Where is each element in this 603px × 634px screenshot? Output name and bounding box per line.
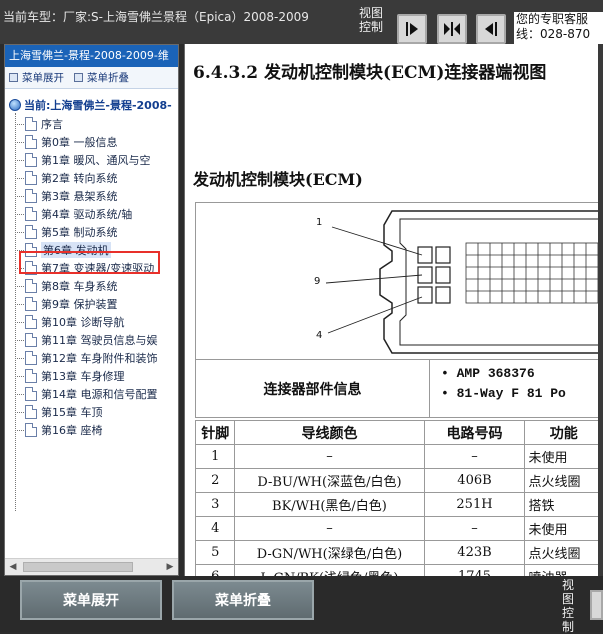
- vertical-scrollbar[interactable]: [598, 44, 603, 576]
- current-vehicle-label: 当前车型：厂家:S-上海雪佛兰景程（Epica）2008-2009: [3, 10, 309, 24]
- document-icon: [25, 243, 37, 257]
- header-circuit-number: 电路号码: [423, 420, 526, 445]
- menu-toolbar: 菜单展开 菜单折叠: [5, 67, 178, 89]
- header-function: 功能: [524, 420, 603, 445]
- callout-9: 9: [314, 276, 321, 287]
- tree-item-ch11[interactable]: 第11章 驾驶员信息与娱: [15, 331, 158, 349]
- table-row: 1 – – 未使用: [194, 444, 603, 469]
- document-icon: [25, 333, 37, 347]
- tree-item-ch16[interactable]: 第16章 座椅: [15, 421, 103, 439]
- tree-item-ch0[interactable]: 第0章 一般信息: [15, 133, 118, 151]
- connector-info-list: • AMP 368376 • 81-Way F 81 Po: [441, 364, 566, 404]
- collapse-icon: [74, 73, 83, 82]
- tree-item-ch2[interactable]: 第2章 转向系统: [15, 169, 118, 187]
- document-icon: [25, 297, 37, 311]
- scrollbar-thumb[interactable]: [23, 562, 133, 572]
- connector-info-row: 连接器部件信息 • AMP 368376 • 81-Way F 81 Po: [195, 360, 603, 418]
- document-icon: [25, 351, 37, 365]
- tree-item-ch10[interactable]: 第10章 诊断导航: [15, 313, 125, 331]
- header-wire-color: 导线颜色: [234, 420, 425, 445]
- tree-root[interactable]: 当前:上海雪佛兰-景程-2008-: [9, 97, 172, 113]
- tree-item-ch6[interactable]: 第6章 发动机: [15, 241, 111, 259]
- table-row: 6 L-GN/BK(浅绿色/黑色) 1745 喷油器: [194, 564, 603, 576]
- tree-item-ch1[interactable]: 第1章 暖风、通风与空: [15, 151, 151, 169]
- callout-4: 4: [316, 330, 323, 341]
- top-bar: 当前车型：厂家:S-上海雪佛兰景程（Epica）2008-2009 视图 控制 …: [0, 0, 603, 44]
- section-title: 6.4.3.2 发动机控制模块(ECM)连接器端视图: [193, 63, 547, 83]
- step-forward-icon: [406, 22, 418, 36]
- document-icon: [25, 315, 37, 329]
- connector-drawing: [325, 210, 603, 354]
- view-control-label: 视 图 控 制: [562, 578, 575, 634]
- center-split-button[interactable]: [437, 14, 467, 44]
- document-icon: [25, 135, 37, 149]
- bottom-bar: 菜单展开 菜单折叠 视 图 控 制: [0, 576, 603, 634]
- document-icon: [25, 117, 37, 131]
- document-icon: [25, 369, 37, 383]
- step-forward-button[interactable]: [397, 14, 427, 44]
- expand-menu-button[interactable]: 菜单展开: [20, 580, 162, 620]
- tree-item-ch13[interactable]: 第13章 车身修理: [15, 367, 125, 385]
- connector-info-label: 连接器部件信息: [196, 360, 430, 418]
- info-item: • 81-Way F 81 Po: [441, 386, 566, 401]
- tree-item-ch8[interactable]: 第8章 车身系统: [15, 277, 118, 295]
- callout-1: 1: [316, 217, 323, 228]
- document-icon: [25, 261, 37, 275]
- step-back-button[interactable]: [476, 14, 506, 44]
- document-icon: [25, 153, 37, 167]
- tree-item-preface[interactable]: 序言: [15, 115, 63, 133]
- tree-item-ch7[interactable]: 第7章 变速器/变速驱动: [15, 259, 154, 277]
- table-row: 2 D-BU/WH(深蓝色/白色) 406B 点火线圈: [194, 468, 603, 493]
- collapse-menu-link[interactable]: 菜单折叠: [74, 70, 129, 85]
- tree-item-ch5[interactable]: 第5章 制动系统: [15, 223, 118, 241]
- contact-info: 您的专职客服 线：028-870: [514, 12, 603, 44]
- document-icon: [25, 405, 37, 419]
- info-item: • AMP 368376: [441, 366, 535, 381]
- table-row: 3 BK/WH(黑色/白色) 251H 搭铁: [194, 492, 603, 517]
- tree-item-ch15[interactable]: 第15章 车顶: [15, 403, 103, 421]
- scroll-left-icon[interactable]: ◀: [5, 559, 21, 575]
- component-title: 发动机控制模块(ECM): [193, 170, 363, 189]
- view-control-button[interactable]: [590, 590, 603, 620]
- document-icon: [25, 423, 37, 437]
- tree-item-ch4[interactable]: 第4章 驱动系统/轴: [15, 205, 132, 223]
- pin-table: 针脚 导线颜色 电路号码 功能 1 – – 未使用 2 D-BU/WH(深蓝色/…: [194, 420, 603, 576]
- document-icon: [25, 225, 37, 239]
- header-pin: 针脚: [194, 420, 236, 445]
- menu-panel: 上海雪佛兰-景程-2008-2009-维 菜单展开 菜单折叠 当前:上海雪佛兰-…: [4, 44, 179, 576]
- table-row: 5 D-GN/WH(深绿色/白色) 423B 点火线圈: [194, 540, 603, 565]
- expand-icon: [9, 73, 18, 82]
- tree-item-ch3[interactable]: 第3章 悬架系统: [15, 187, 118, 205]
- center-split-icon: [444, 22, 460, 36]
- menu-panel-title: 上海雪佛兰-景程-2008-2009-维: [5, 45, 178, 67]
- document-view: 6.4.3.2 发动机控制模块(ECM)连接器端视图 发动机控制模块(ECM): [184, 44, 603, 576]
- table-row: 4 – – 未使用: [194, 516, 603, 541]
- document-icon: [25, 171, 37, 185]
- table-header-row: 针脚 导线颜色 电路号码 功能: [194, 420, 603, 445]
- view-control-label: 视图 控制: [359, 6, 384, 34]
- expand-menu-link[interactable]: 菜单展开: [9, 70, 64, 85]
- scroll-right-icon[interactable]: ▶: [162, 559, 178, 575]
- collapse-menu-button[interactable]: 菜单折叠: [172, 580, 314, 620]
- chapter-tree: 当前:上海雪佛兰-景程-2008- 序言 第0章 一般信息 第1章 暖风、通风与…: [5, 89, 178, 534]
- document-icon: [25, 189, 37, 203]
- tree-item-ch14[interactable]: 第14章 电源和信号配置: [15, 385, 158, 403]
- tree-item-ch12[interactable]: 第12章 车身附件和装饰: [15, 349, 158, 367]
- document-icon: [25, 279, 37, 293]
- globe-icon: [9, 99, 21, 111]
- connector-diagram: 1 9 4: [195, 202, 603, 360]
- document-icon: [25, 207, 37, 221]
- horizontal-scrollbar[interactable]: ◀ ▶: [5, 558, 178, 575]
- tree-item-ch9[interactable]: 第9章 保护装置: [15, 295, 118, 313]
- document-icon: [25, 387, 37, 401]
- step-back-icon: [485, 22, 497, 36]
